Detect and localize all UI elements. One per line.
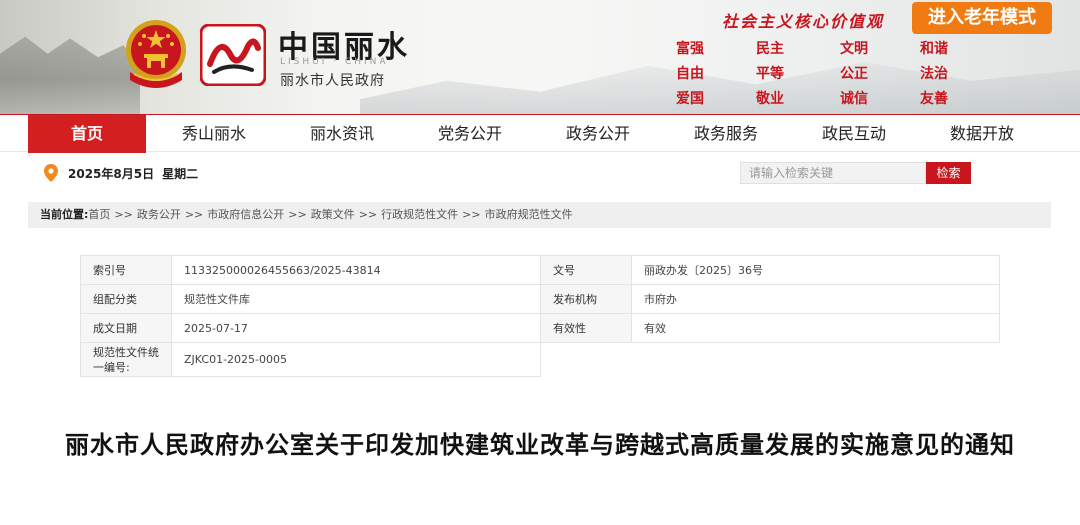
unified-code-value: ZJKC01-2025-0005 xyxy=(171,342,541,377)
core-value-item: 平等 xyxy=(756,66,784,82)
nav-item-government-affairs[interactable]: 政务公开 xyxy=(539,115,657,153)
issuer-value: 市府办 xyxy=(631,284,1000,314)
lishui-logo-icon xyxy=(200,24,266,86)
breadcrumb-item-home[interactable]: 首页 xyxy=(88,208,110,221)
category-label: 组配分类 xyxy=(80,284,172,314)
site-banner: 中国丽水 LISHUI · CHINA 丽水市人民政府 社会主义核心价值观 进入… xyxy=(0,0,1080,114)
written-date-value: 2025-07-17 xyxy=(171,313,541,343)
index-number-value: 113325000026455663/2025-43814 xyxy=(171,255,541,285)
nav-item-public-interaction[interactable]: 政民互动 xyxy=(795,115,913,153)
core-value-item: 敬业 xyxy=(756,91,784,107)
location-pin-icon xyxy=(44,164,58,182)
breadcrumb-separator: >> xyxy=(288,208,307,221)
core-values-slogan: 社会主义核心价值观 xyxy=(722,12,885,31)
core-value-item: 民主 xyxy=(756,41,784,57)
core-value-item: 友善 xyxy=(920,91,948,107)
index-number-label: 索引号 xyxy=(80,255,172,285)
breadcrumb-item-policy-documents[interactable]: 政策文件 xyxy=(311,208,355,221)
elder-mode-button[interactable]: 进入老年模式 xyxy=(912,2,1052,34)
core-value-item: 文明 xyxy=(840,41,868,57)
date-bar: 2025年8月5日 星期二 xyxy=(44,163,198,183)
nav-item-home[interactable]: 首页 xyxy=(28,115,146,153)
breadcrumb-separator: >> xyxy=(358,208,378,221)
written-date-label: 成文日期 xyxy=(80,313,172,343)
search-button[interactable]: 检索 xyxy=(926,162,971,184)
nav-item-lishui-news[interactable]: 丽水资讯 xyxy=(283,115,401,153)
breadcrumb-separator: >> xyxy=(184,208,204,221)
search-input[interactable] xyxy=(740,162,926,184)
issuer-label: 发布机构 xyxy=(540,284,632,314)
banner-village-illustration xyxy=(0,36,140,114)
document-title: 丽水市人民政府办公室关于印发加快建筑业改革与跨越式高质量发展的实施意见的通知 xyxy=(65,431,1015,459)
document-number-label: 文号 xyxy=(540,255,632,285)
breadcrumb-item-city-info-disclosure[interactable]: 市政府信息公开 xyxy=(207,208,284,221)
breadcrumb-separator: >> xyxy=(462,208,481,221)
site-name: 丽水市人民政府 xyxy=(280,73,385,89)
document-number-value: 丽政办发〔2025〕36号 xyxy=(631,255,1000,285)
breadcrumb-lead: 当前位置: xyxy=(40,208,89,221)
current-weekday: 星期二 xyxy=(162,166,199,181)
core-value-item: 自由 xyxy=(676,66,704,82)
nav-item-xiushan-lishui[interactable]: 秀山丽水 xyxy=(155,115,273,153)
nav-item-government-services[interactable]: 政务服务 xyxy=(667,115,785,153)
current-date: 2025年8月5日 xyxy=(68,166,155,181)
document-metadata-table: 索引号 113325000026455663/2025-43814 文号 丽政办… xyxy=(80,255,1000,377)
breadcrumb-item-administrative-normative[interactable]: 行政规范性文件 xyxy=(381,208,458,221)
core-value-item: 富强 xyxy=(676,41,704,57)
core-value-item: 爱国 xyxy=(676,91,704,107)
core-value-item: 诚信 xyxy=(840,91,868,107)
core-value-item: 和谐 xyxy=(920,41,948,57)
breadcrumb-item-city-normative[interactable]: 市政府规范性文件 xyxy=(485,208,573,221)
core-values-grid: 富强 民主 文明 和谐 自由 平等 公正 法治 爱国 敬业 诚信 友善 xyxy=(660,38,980,110)
breadcrumb-item-government-affairs[interactable]: 政务公开 xyxy=(137,208,181,221)
nav-item-party-affairs[interactable]: 党务公开 xyxy=(411,115,529,153)
breadcrumb-separator: >> xyxy=(114,208,133,221)
validity-label: 有效性 xyxy=(540,313,632,343)
core-value-item: 公正 xyxy=(840,66,868,82)
core-value-item: 法治 xyxy=(920,66,948,82)
breadcrumb: 当前位置:首页 >> 政务公开 >> 市政府信息公开 >> 政策文件 >> 行政规范性文件 >> 市… xyxy=(28,202,1051,228)
site-subtitle: LISHUI · CHINA xyxy=(280,57,389,67)
nav-item-open-data[interactable]: 数据开放 xyxy=(923,115,1041,153)
unified-code-label: 规范性文件统一编号: xyxy=(80,342,172,377)
validity-value: 有效 xyxy=(631,313,1000,343)
main-nav: 首页 秀山丽水 丽水资讯 党务公开 政务公开 政务服务 政民互动 数据开放 xyxy=(0,114,1080,153)
category-value: 规范性文件库 xyxy=(171,284,541,314)
national-emblem-icon xyxy=(126,20,186,88)
